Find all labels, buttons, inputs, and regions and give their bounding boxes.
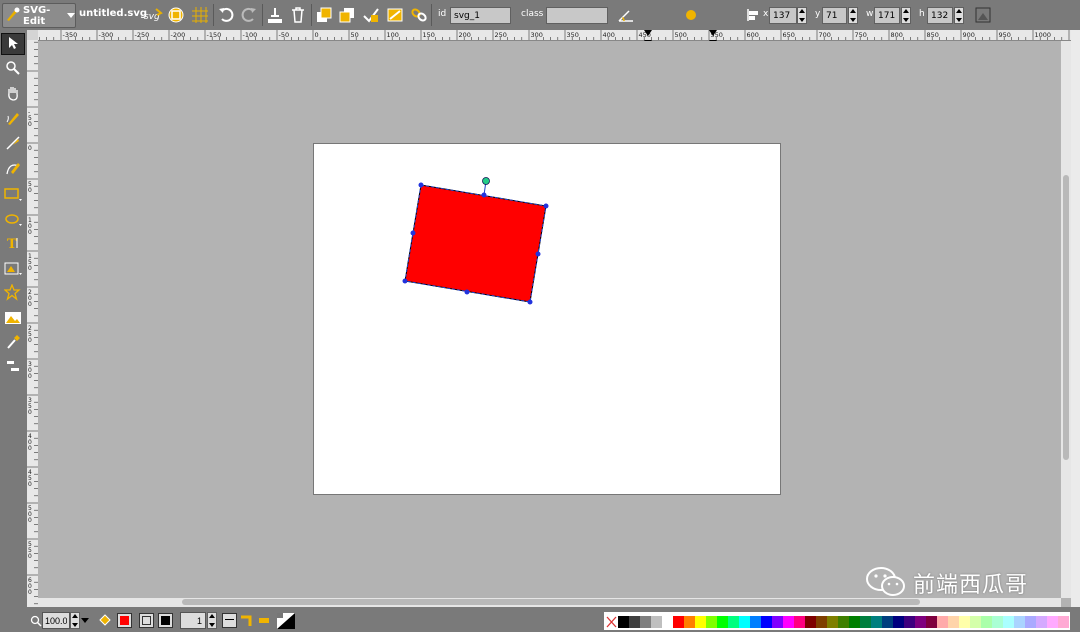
palette-swatch[interactable] [739,616,750,628]
palette-swatch[interactable] [1003,616,1014,628]
palette-swatch[interactable] [904,616,915,628]
palette-swatch[interactable] [816,616,827,628]
palette-swatch[interactable] [728,616,739,628]
palette-swatch[interactable] [893,616,904,628]
resize-handle-w[interactable] [410,230,416,236]
palette-swatch[interactable] [882,616,893,628]
palette-swatch[interactable] [1025,616,1036,628]
stroke-width-spinner[interactable] [207,612,217,629]
palette-swatch[interactable] [992,616,1003,628]
palette-swatch[interactable] [970,616,981,628]
stroke-paint-icon [142,616,151,625]
palette-swatch[interactable] [750,616,761,628]
palette-swatch[interactable] [871,616,882,628]
palette-swatch[interactable] [915,616,926,628]
resize-handle-n[interactable] [481,192,487,198]
horizontal-scrollbar-thumb[interactable] [182,599,920,605]
palette-swatch[interactable] [640,616,651,628]
palette-swatch[interactable] [717,616,728,628]
resize-handle-ne[interactable] [543,203,549,209]
resize-handle-se[interactable] [527,299,533,305]
stroke-style-icon [225,619,234,620]
palette-swatch[interactable] [706,616,717,628]
rotate-handle[interactable] [482,177,490,185]
linecap-icon[interactable] [258,614,271,630]
palette-swatch[interactable] [860,616,871,628]
palette-swatch[interactable] [629,616,640,628]
vertical-scrollbar-thumb[interactable] [1063,175,1069,460]
palette-swatch[interactable] [695,616,706,628]
zoom-field[interactable] [42,612,70,629]
palette-swatch[interactable] [772,616,783,628]
palette-swatch[interactable] [673,616,684,628]
resize-handle-e[interactable] [535,251,541,257]
palette-swatch[interactable] [761,616,772,628]
zoom-icon [30,615,42,630]
resize-handle-sw[interactable] [402,278,408,284]
fill-color-swatch [120,616,129,625]
zoom-spinner[interactable] [70,612,80,629]
palette-swatch[interactable] [783,616,794,628]
no-color-icon[interactable] [606,616,617,631]
resize-handle-s[interactable] [464,289,470,295]
palette-swatch[interactable] [1058,616,1069,628]
watermark: 前端西瓜哥 [865,563,1045,603]
selection-layer [402,177,549,305]
zoom-dropdown-icon[interactable] [81,618,89,623]
wechat-icon [865,565,907,602]
stroke-color-swatch [161,616,170,625]
stroke-color-button[interactable] [158,613,173,628]
resize-handle-nw[interactable] [418,182,424,188]
palette-swatch[interactable] [1014,616,1025,628]
palette-swatch[interactable] [981,616,992,628]
palette-swatch[interactable] [651,616,662,628]
fill-paint-icon [98,612,112,629]
palette-swatch[interactable] [684,616,695,628]
palette-swatch[interactable] [838,616,849,628]
stroke-style-button[interactable] [222,613,237,628]
side-panel-handle[interactable] [1071,30,1080,607]
palette-swatch[interactable] [827,616,838,628]
palette-swatch[interactable] [849,616,860,628]
palette-swatch[interactable] [959,616,970,628]
fill-color-button[interactable] [117,613,132,628]
stroke-width-field[interactable] [180,612,206,629]
palette-swatch[interactable] [662,616,673,628]
palette-swatch[interactable] [948,616,959,628]
palette-swatch[interactable] [1036,616,1047,628]
palette-swatch[interactable] [937,616,948,628]
linejoin-icon[interactable] [240,614,253,630]
palette-swatch[interactable] [794,616,805,628]
palette-swatch[interactable] [805,616,816,628]
palette-swatch[interactable] [926,616,937,628]
palette-swatch[interactable] [618,616,629,628]
palette-swatch[interactable] [1047,616,1058,628]
watermark-text: 前端西瓜哥 [913,573,1029,598]
stroke-paint-button[interactable] [139,613,154,628]
opacity-icon[interactable] [277,613,295,632]
